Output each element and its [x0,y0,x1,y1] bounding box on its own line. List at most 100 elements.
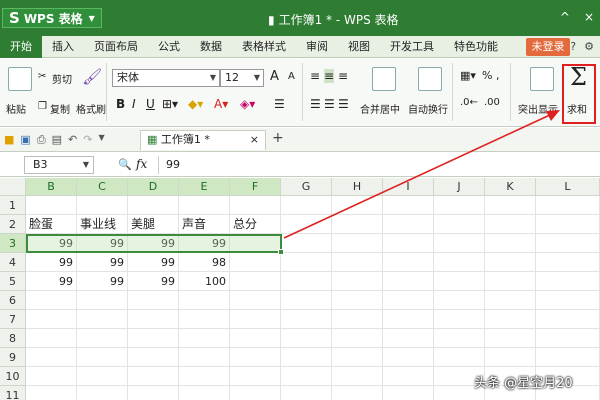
cell-E11[interactable] [179,386,230,400]
cell-B11[interactable] [26,386,77,400]
copy-icon[interactable]: ❐ [38,101,47,112]
number-format-icon[interactable]: ▦▾ [460,69,476,82]
column-header-G[interactable]: G [281,178,332,196]
cell-D11[interactable] [128,386,179,400]
cell-F5[interactable] [230,272,281,291]
highlight-icon[interactable] [530,67,554,91]
align-right-icon[interactable]: ☰ [338,97,349,111]
bold-button[interactable]: B [116,97,125,111]
column-header-K[interactable]: K [485,178,536,196]
cell-J5[interactable] [434,272,485,291]
cell-G5[interactable] [281,272,332,291]
cell-E1[interactable] [179,196,230,215]
format-painter-button[interactable]: 格式刷 [76,101,106,116]
cell-D10[interactable] [128,367,179,386]
cell-I4[interactable] [383,253,434,272]
cell-L2[interactable] [536,215,600,234]
cell-H7[interactable] [332,310,383,329]
cell-C5[interactable]: 99 [77,272,128,291]
select-all-corner[interactable] [0,178,26,196]
tab-0[interactable]: 开始 [0,36,42,58]
column-header-B[interactable]: B [26,178,77,196]
cut-button[interactable]: 剪切 [52,71,72,86]
paste-icon[interactable] [8,67,32,91]
cell-B1[interactable] [26,196,77,215]
cell-H10[interactable] [332,367,383,386]
cell-D5[interactable]: 99 [128,272,179,291]
merge-center-icon[interactable] [372,67,396,91]
increase-decimal-icon[interactable]: .0← [460,97,478,108]
cell-I8[interactable] [383,329,434,348]
cell-E6[interactable] [179,291,230,310]
close-tab-icon[interactable]: × [250,131,259,149]
cell-C11[interactable] [77,386,128,400]
print-icon[interactable]: ⎙ [37,133,46,147]
font-shrink-button[interactable]: A [288,71,295,82]
cell-B6[interactable] [26,291,77,310]
cell-B5[interactable]: 99 [26,272,77,291]
formula-input[interactable]: 99 [166,158,180,171]
cell-C9[interactable] [77,348,128,367]
cell-B7[interactable] [26,310,77,329]
cell-J2[interactable] [434,215,485,234]
cell-K2[interactable] [485,215,536,234]
cell-D9[interactable] [128,348,179,367]
cell-G7[interactable] [281,310,332,329]
cell-G2[interactable] [281,215,332,234]
cell-L4[interactable] [536,253,600,272]
help-icon[interactable]: ? [570,40,576,53]
settings-icon[interactable]: ⚙ [584,40,594,53]
cell-H4[interactable] [332,253,383,272]
cell-K6[interactable] [485,291,536,310]
column-header-D[interactable]: D [128,178,179,196]
font-name-select[interactable]: 宋体 ▼ [112,69,220,87]
cell-D4[interactable]: 99 [128,253,179,272]
name-box[interactable]: B3 ▼ [24,156,94,174]
login-button[interactable]: 未登录 [526,38,570,56]
row-header-9[interactable]: 9 [0,348,26,367]
cell-E7[interactable] [179,310,230,329]
document-tab[interactable]: ▦ 工作簿1 * × [140,130,266,150]
cell-E4[interactable]: 98 [179,253,230,272]
cell-H11[interactable] [332,386,383,400]
indent-icon[interactable]: ☰ [274,97,285,111]
zoom-icon[interactable]: 🔍 [118,158,132,171]
row-header-10[interactable]: 10 [0,367,26,386]
cell-H6[interactable] [332,291,383,310]
chevron-down-icon[interactable]: ▼ [98,133,104,147]
cell-G1[interactable] [281,196,332,215]
decrease-decimal-icon[interactable]: .00 [484,97,500,108]
tab-3[interactable]: 公式 [148,36,190,58]
cell-K8[interactable] [485,329,536,348]
cell-F10[interactable] [230,367,281,386]
cell-F6[interactable] [230,291,281,310]
cell-J3[interactable] [434,234,485,253]
cell-K4[interactable] [485,253,536,272]
align-top-icon[interactable]: ≡ [310,69,320,83]
cell-G8[interactable] [281,329,332,348]
cell-C7[interactable] [77,310,128,329]
cell-B8[interactable] [26,329,77,348]
close-button[interactable]: × [584,10,594,24]
cell-I6[interactable] [383,291,434,310]
tab-7[interactable]: 视图 [338,36,380,58]
cell-K7[interactable] [485,310,536,329]
comma-icon[interactable]: , [496,69,500,82]
cell-F2[interactable]: 总分 [230,215,281,234]
cell-J4[interactable] [434,253,485,272]
scissors-icon[interactable]: ✂ [38,71,46,82]
cell-H9[interactable] [332,348,383,367]
row-header-8[interactable]: 8 [0,329,26,348]
column-header-H[interactable]: H [332,178,383,196]
underline-button[interactable]: U [146,97,155,111]
font-grow-button[interactable]: A [270,69,279,84]
cell-D6[interactable] [128,291,179,310]
cell-I5[interactable] [383,272,434,291]
row-header-5[interactable]: 5 [0,272,26,291]
cell-L8[interactable] [536,329,600,348]
cell-B2[interactable]: 脸蛋 [26,215,77,234]
cell-E9[interactable] [179,348,230,367]
cell-F7[interactable] [230,310,281,329]
row-header-4[interactable]: 4 [0,253,26,272]
tab-1[interactable]: 插入 [42,36,84,58]
